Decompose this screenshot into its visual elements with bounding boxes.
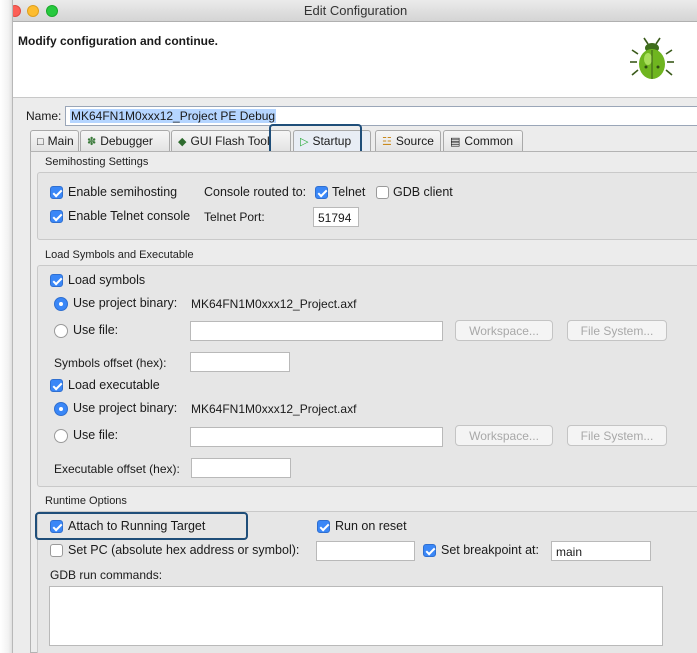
exec-use-project-binary-label: Use project binary:: [73, 401, 178, 415]
runtime-options-title: Runtime Options: [45, 495, 127, 507]
enable-semihosting-label: Enable semihosting: [68, 185, 178, 199]
common-icon: ▤: [450, 136, 461, 148]
tab-main-label: Main: [47, 134, 74, 148]
attach-target-highlight: [35, 512, 248, 540]
symbols-use-file-label: Use file:: [73, 323, 119, 337]
executable-offset-label: Executable offset (hex):: [54, 462, 180, 476]
tab-debugger-label: Debugger: [100, 134, 153, 148]
console-routed-label: Console routed to:: [204, 185, 307, 199]
exec-workspace-button[interactable]: Workspace...: [455, 425, 553, 446]
enable-telnet-console-checkbox[interactable]: [50, 210, 63, 223]
exec-file-system-button[interactable]: File System...: [567, 425, 667, 446]
exec-binary-value: MK64FN1M0xxx12_Project.axf: [191, 402, 357, 416]
tab-debugger[interactable]: ✽ Debugger: [80, 130, 170, 152]
tab-gui-flash-tool-label: GUI Flash Tool: [190, 134, 270, 148]
tab-source[interactable]: ☳ Source: [375, 130, 441, 152]
symbols-binary-value: MK64FN1M0xxx12_Project.axf: [191, 297, 357, 311]
flash-icon: ◆: [178, 136, 187, 148]
set-pc-checkbox[interactable]: [50, 544, 63, 557]
gdb-client-checkbox[interactable]: [376, 186, 389, 199]
set-pc-label: Set PC (absolute hex address or symbol):: [68, 543, 300, 557]
enable-telnet-console-label: Enable Telnet console: [68, 209, 191, 223]
symbols-use-project-binary-radio[interactable]: [54, 297, 68, 311]
debug-bug-icon: [630, 37, 674, 79]
symbols-offset-label: Symbols offset (hex):: [54, 356, 167, 370]
name-label: Name:: [26, 109, 62, 123]
tab-common-label: Common: [464, 134, 514, 148]
tab-main[interactable]: □ Main: [30, 130, 79, 152]
symbols-offset-input[interactable]: [190, 352, 290, 372]
set-breakpoint-checkbox[interactable]: [423, 544, 436, 557]
startup-panel: Semihosting Settings Enable semihosting …: [30, 151, 697, 653]
document-icon: □: [37, 136, 44, 148]
load-executable-label: Load executable: [68, 378, 160, 392]
symbols-file-system-button[interactable]: File System...: [567, 320, 667, 341]
semihosting-group: [37, 172, 697, 240]
window-title: Edit Configuration: [303, 3, 408, 18]
tab-common[interactable]: ▤ Common: [443, 130, 523, 152]
exec-use-file-label: Use file:: [73, 428, 119, 442]
banner-message: Modify configuration and continue.: [18, 34, 218, 48]
edit-configuration-window: Edit Configuration Modify configuration …: [12, 0, 697, 653]
set-pc-input[interactable]: [316, 541, 415, 561]
symbols-use-project-binary-label: Use project binary:: [73, 296, 178, 310]
run-on-reset-checkbox[interactable]: [317, 520, 330, 533]
symbols-workspace-button[interactable]: Workspace...: [455, 320, 553, 341]
gdb-run-commands-label: GDB run commands:: [50, 568, 163, 582]
exec-use-project-binary-radio[interactable]: [54, 402, 68, 416]
telnet-port-input[interactable]: 51794: [313, 207, 359, 227]
executable-offset-input[interactable]: [191, 458, 291, 478]
load-symbols-label: Load symbols: [68, 273, 146, 287]
symbols-use-file-radio[interactable]: [54, 324, 68, 338]
enable-semihosting-checkbox[interactable]: [50, 186, 63, 199]
set-breakpoint-label: Set breakpoint at:: [441, 543, 539, 557]
tab-source-label: Source: [395, 134, 434, 148]
symbols-file-input[interactable]: [190, 321, 443, 341]
run-on-reset-label: Run on reset: [335, 519, 407, 533]
load-symbols-title: Load Symbols and Executable: [45, 249, 194, 261]
name-value: MK64FN1M0xxx12_Project PE Debug: [70, 109, 277, 123]
telnet-port-label: Telnet Port:: [204, 210, 265, 224]
name-input[interactable]: MK64FN1M0xxx12_Project PE Debug: [65, 106, 697, 126]
exec-use-file-radio[interactable]: [54, 429, 68, 443]
exec-file-input[interactable]: [190, 427, 443, 447]
gdb-run-commands-textarea[interactable]: [49, 586, 663, 646]
telnet-label: Telnet: [332, 185, 366, 199]
dialog-banner: Modify configuration and continue.: [13, 22, 697, 98]
title-bar: Edit Configuration: [13, 0, 697, 22]
gdb-client-label: GDB client: [393, 185, 453, 199]
semihosting-title: Semihosting Settings: [45, 156, 149, 168]
set-breakpoint-input[interactable]: main: [551, 541, 651, 561]
telnet-checkbox[interactable]: [315, 186, 328, 199]
debugger-icon: ✽: [87, 136, 97, 148]
load-executable-checkbox[interactable]: [50, 379, 63, 392]
load-symbols-checkbox[interactable]: [50, 274, 63, 287]
source-icon: ☳: [382, 136, 392, 148]
